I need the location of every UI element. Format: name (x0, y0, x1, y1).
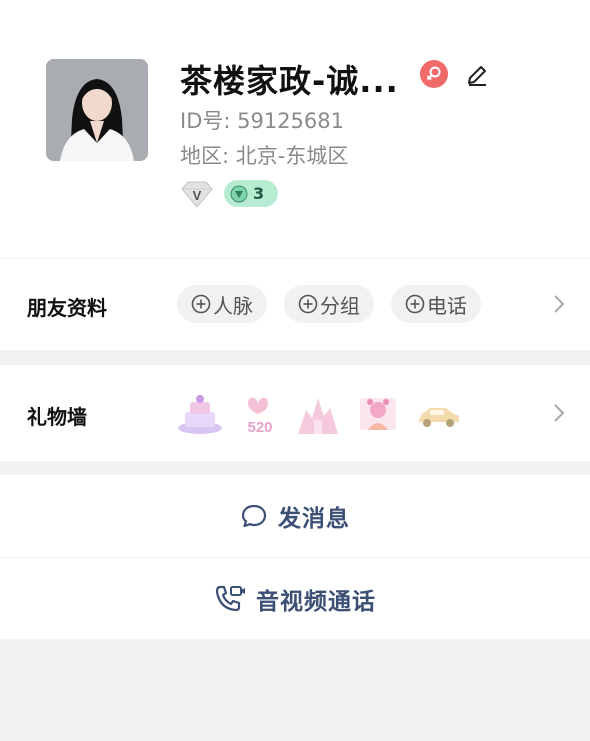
level-badge: 3 (224, 180, 278, 207)
edit-icon[interactable] (464, 62, 490, 88)
plus-circle-icon (191, 294, 211, 314)
level-number: 3 (253, 184, 265, 203)
friend-info-title: 朋友资料 (27, 296, 107, 320)
svg-text:520: 520 (247, 419, 272, 436)
gift-wall-title: 礼物墙 (27, 405, 87, 429)
chip-label: 人脉 (213, 293, 253, 318)
contacts-chip[interactable]: 人脉 (177, 285, 267, 323)
cake-gift-icon (176, 392, 224, 436)
plus-circle-icon (298, 294, 318, 314)
phone-video-icon (215, 585, 245, 612)
chat-bubble-icon (241, 504, 267, 528)
phone-chip[interactable]: 电话 (391, 285, 481, 323)
520-gift-icon: 520 (236, 392, 284, 436)
doll-gift-icon (354, 392, 402, 436)
vip-diamond-icon: V (180, 180, 214, 208)
send-message-label: 发消息 (278, 506, 350, 532)
video-call-label: 音视频通话 (256, 589, 376, 615)
friend-info-row[interactable]: 朋友资料 人脉 分组 电话 (0, 259, 590, 350)
profile-card: 茶楼家政-诚... ID号: 59125681 地区: 北京-东城区 V 3 (0, 0, 590, 258)
female-icon (420, 60, 448, 88)
car-gift-icon (414, 392, 462, 436)
chip-label: 电话 (427, 293, 467, 318)
gift-wall-row[interactable]: 礼物墙 520 (0, 365, 590, 461)
chip-label: 分组 (320, 293, 360, 318)
svg-text:V: V (193, 188, 202, 203)
video-call-button[interactable]: 音视频通话 (0, 558, 590, 640)
shield-icon (230, 185, 248, 202)
avatar[interactable] (46, 59, 148, 161)
user-region: 地区: 北京-东城区 (180, 144, 349, 168)
castle-gift-icon (294, 392, 342, 436)
send-message-button[interactable]: 发消息 (0, 475, 590, 557)
group-chip[interactable]: 分组 (284, 285, 374, 323)
chevron-right-icon (552, 293, 566, 315)
user-id: ID号: 59125681 (180, 109, 345, 133)
chevron-right-icon (552, 402, 566, 424)
plus-circle-icon (405, 294, 425, 314)
profile-name: 茶楼家政-诚... (180, 62, 399, 100)
action-panel: 发消息 音视频通话 (0, 475, 590, 639)
